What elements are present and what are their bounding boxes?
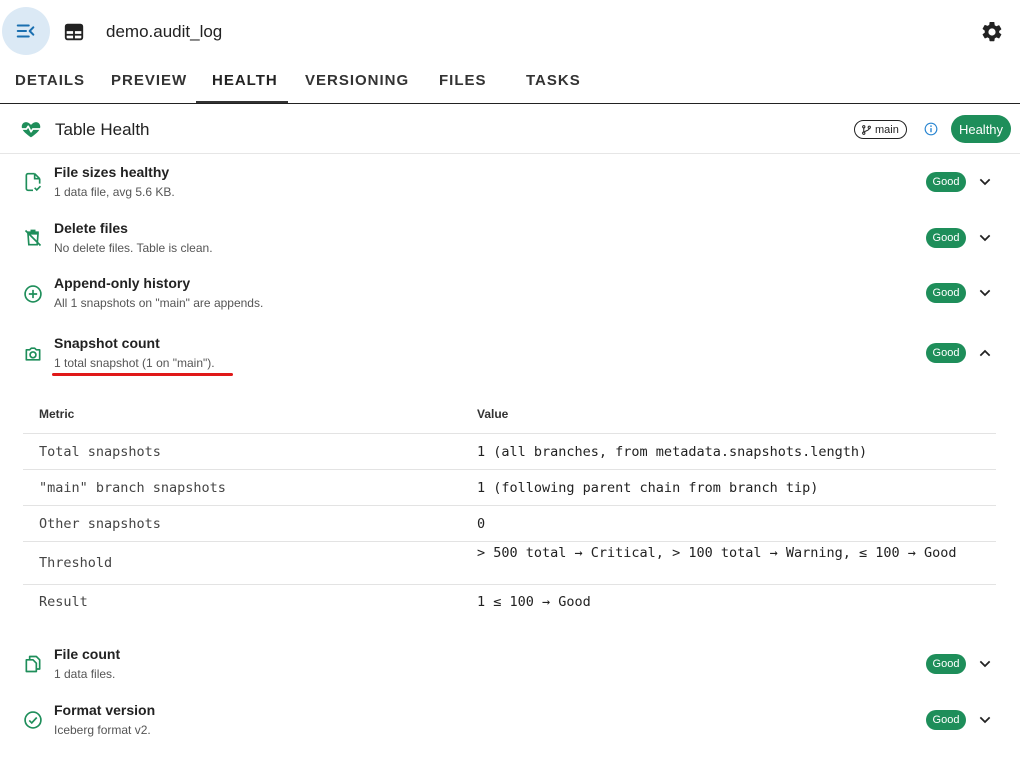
- file-check-icon: [25, 172, 42, 192]
- tab-tasks[interactable]: TASKS: [526, 72, 581, 89]
- table-row: Total snapshots 1 (all branches, from me…: [23, 434, 996, 470]
- camera-icon: [25, 347, 41, 361]
- check-subtitle: No delete files. Table is clean.: [54, 241, 213, 255]
- value-cell: > 500 total → Critical, > 100 total → Wa…: [477, 545, 957, 561]
- check-title: Snapshot count: [54, 335, 160, 351]
- metric-cell: "main" branch snapshots: [39, 480, 226, 496]
- menu-collapse-button[interactable]: [2, 7, 50, 55]
- table-icon: [64, 23, 84, 41]
- column-header-value: Value: [477, 407, 509, 421]
- settings-gear-icon[interactable]: [980, 20, 1004, 44]
- highlight-underline: [52, 373, 233, 376]
- metric-cell: Threshold: [39, 555, 113, 571]
- chevron-down-icon[interactable]: [977, 230, 993, 246]
- metric-cell: Other snapshots: [39, 516, 161, 532]
- status-badge: Good: [926, 654, 966, 674]
- chevron-down-icon[interactable]: [977, 174, 993, 190]
- value-cell: 1 (all branches, from metadata.snapshots…: [477, 444, 868, 460]
- value-cell: 0: [477, 516, 486, 532]
- status-badge: Good: [926, 710, 966, 730]
- table-row: Other snapshots 0: [23, 506, 996, 542]
- metric-cell: Result: [39, 594, 88, 610]
- chevron-down-icon[interactable]: [977, 712, 993, 728]
- menu-collapse-icon: [16, 24, 35, 38]
- check-row-file-count[interactable]: File count 1 data files. Good: [0, 636, 1020, 692]
- delete-off-icon: [24, 229, 42, 247]
- check-row-delete-files[interactable]: Delete files No delete files. Table is c…: [0, 210, 1020, 266]
- chevron-down-icon[interactable]: [977, 656, 993, 672]
- check-title: File sizes healthy: [54, 164, 170, 180]
- check-title: Delete files: [54, 220, 128, 236]
- value-cell: 1 ≤ 100 → Good: [477, 594, 591, 610]
- check-subtitle: Iceberg format v2.: [54, 723, 151, 737]
- tab-preview[interactable]: PREVIEW: [111, 72, 187, 89]
- check-subtitle: 1 data file, avg 5.6 KB.: [54, 185, 175, 199]
- chevron-down-icon[interactable]: [977, 285, 993, 301]
- value-cell: 1 (following parent chain from branch ti…: [477, 480, 819, 496]
- check-title: File count: [54, 646, 121, 662]
- column-header-metric: Metric: [39, 407, 75, 421]
- check-subtitle: All 1 snapshots on "main" are appends.: [54, 296, 264, 310]
- tab-bar: DETAILS PREVIEW HEALTH VERSIONING FILES …: [0, 64, 1020, 104]
- table-row: Result 1 ≤ 100 → Good: [23, 585, 996, 621]
- branch-label: main: [875, 123, 899, 136]
- check-subtitle: 1 total snapshot (1 on "main").: [54, 356, 215, 370]
- branch-chip[interactable]: main: [854, 120, 907, 139]
- tab-details[interactable]: DETAILS: [15, 72, 85, 89]
- check-circle-icon: [24, 711, 42, 729]
- status-badge: Good: [926, 343, 966, 363]
- tab-files[interactable]: FILES: [439, 72, 487, 89]
- status-badge: Good: [926, 172, 966, 192]
- files-icon: [25, 655, 41, 673]
- branch-icon: [862, 124, 871, 135]
- table-row: Threshold > 500 total → Critical, > 100 …: [23, 542, 996, 585]
- heart-pulse-icon: [21, 122, 41, 138]
- health-title: Table Health: [55, 120, 150, 139]
- top-bar: demo.audit_log: [0, 0, 1020, 64]
- check-subtitle: 1 data files.: [54, 667, 116, 681]
- health-header: Table Health main Healthy: [0, 105, 1020, 154]
- metric-cell: Total snapshots: [39, 444, 161, 460]
- add-circle-icon: [24, 285, 42, 303]
- health-status-badge: Healthy: [951, 115, 1011, 143]
- table-title: demo.audit_log: [106, 22, 223, 41]
- table-header: Metric Value: [23, 396, 996, 434]
- chevron-up-icon[interactable]: [977, 345, 993, 361]
- table-row: "main" branch snapshots 1 (following par…: [23, 470, 996, 506]
- check-row-file-sizes[interactable]: File sizes healthy 1 data file, avg 5.6 …: [0, 154, 1020, 210]
- check-title: Format version: [54, 702, 156, 718]
- status-badge: Good: [926, 283, 966, 303]
- info-icon[interactable]: [924, 122, 938, 136]
- tab-versioning[interactable]: VERSIONING: [305, 72, 409, 89]
- active-tab-indicator: [196, 101, 288, 103]
- check-title: Append-only history: [54, 275, 191, 291]
- tab-health[interactable]: HEALTH: [212, 72, 278, 89]
- snapshot-details-table: Metric Value Total snapshots 1 (all bran…: [23, 396, 996, 621]
- check-row-format-version[interactable]: Format version Iceberg format v2. Good: [0, 692, 1020, 748]
- check-row-append-only[interactable]: Append-only history All 1 snapshots on "…: [0, 266, 1020, 322]
- status-badge: Good: [926, 228, 966, 248]
